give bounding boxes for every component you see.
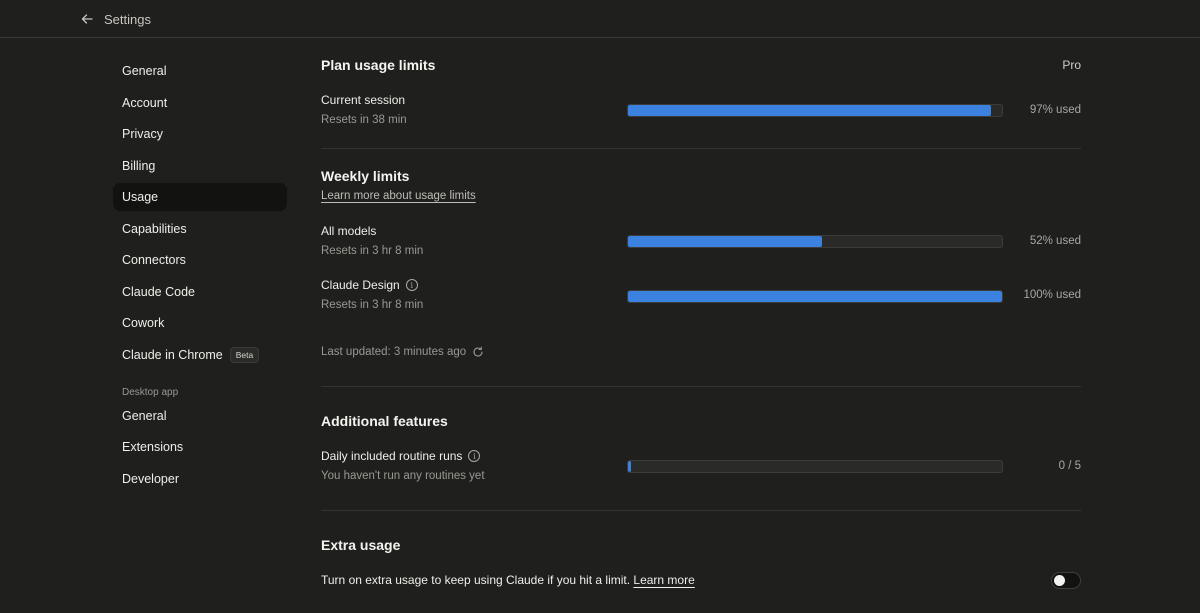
sidebar-item-desktop-general[interactable]: General: [113, 402, 287, 430]
all-models-progress-bar: [627, 235, 1003, 248]
sidebar-item-account[interactable]: Account: [113, 89, 287, 117]
refresh-icon[interactable]: [472, 346, 484, 358]
sidebar-item-claude-code[interactable]: Claude Code: [113, 278, 287, 306]
sidebar-item-label: Claude in Chrome: [122, 347, 223, 362]
learn-more-link[interactable]: Learn more: [633, 573, 694, 587]
row-label-text: Daily included routine runs: [321, 449, 463, 463]
extra-usage-heading: Extra usage: [321, 537, 401, 553]
progress-fill: [628, 236, 823, 247]
progress-fill: [628, 461, 631, 472]
current-session-progress-bar: [627, 104, 1003, 117]
current-session-label: Current session: [321, 93, 405, 107]
sidebar-item-label: Extensions: [122, 440, 184, 454]
routine-runs-progress-bar: [627, 460, 1003, 473]
extra-usage-toggle[interactable]: [1051, 572, 1081, 589]
sidebar-item-label: General: [122, 408, 167, 423]
extra-usage-description: Turn on extra usage to keep using Claude…: [321, 573, 695, 587]
plan-usage-heading: Plan usage limits: [321, 57, 436, 73]
sidebar: General Account Privacy Billing Usage Ca…: [113, 57, 287, 496]
divider: [321, 510, 1081, 511]
claude-design-progress-bar: [627, 290, 1003, 303]
all-models-usage-value: 52% used: [1029, 235, 1081, 247]
claude-design-label: Claude Design i: [321, 278, 418, 292]
info-icon[interactable]: i: [405, 279, 418, 291]
row-label-text: Current session: [321, 93, 406, 107]
divider: [321, 386, 1081, 387]
beta-badge: Beta: [229, 346, 260, 363]
progress-fill: [628, 291, 1002, 302]
sidebar-item-connectors[interactable]: Connectors: [113, 246, 287, 274]
current-session-reset: Resets in 38 min: [321, 114, 407, 126]
sidebar-item-label: Privacy: [122, 127, 163, 141]
extra-usage-text: Turn on extra usage to keep using Claude…: [321, 573, 634, 587]
routine-runs-label: Daily included routine runs i: [321, 449, 481, 463]
sidebar-item-usage[interactable]: Usage: [113, 183, 287, 211]
weekly-limits-heading: Weekly limits: [321, 168, 410, 184]
sidebar-item-label: Connectors: [122, 253, 186, 267]
sidebar-item-cowork[interactable]: Cowork: [113, 309, 287, 337]
top-bar: Settings: [0, 0, 1200, 38]
desktop-app-section-label: Desktop app: [122, 386, 179, 398]
sidebar-item-label: General: [122, 64, 167, 78]
routine-runs-value: 0 / 5: [1058, 460, 1081, 472]
sidebar-item-label: Billing: [122, 158, 156, 173]
claude-design-usage-value: 100% used: [1023, 289, 1081, 301]
routine-runs-sub: You haven't run any routines yet: [321, 470, 485, 482]
row-label-text: Claude Design: [321, 278, 400, 292]
claude-design-reset: Resets in 3 hr 8 min: [321, 299, 424, 311]
sidebar-item-label: Claude Code: [122, 284, 195, 299]
sidebar-item-label: Developer: [122, 471, 179, 486]
sidebar-item-capabilities[interactable]: Capabilities: [113, 215, 287, 243]
info-icon[interactable]: i: [468, 450, 481, 462]
sidebar-item-label: Usage: [122, 190, 159, 204]
sidebar-item-privacy[interactable]: Privacy: [113, 120, 287, 148]
all-models-label: All models: [321, 224, 376, 238]
sidebar-item-billing[interactable]: Billing: [113, 152, 287, 180]
plan-badge: Pro: [1062, 58, 1081, 72]
last-updated-text: Last updated: 3 minutes ago: [321, 346, 467, 358]
current-session-usage-value: 97% used: [1029, 104, 1081, 116]
all-models-reset: Resets in 3 hr 8 min: [321, 245, 424, 257]
page-title: Settings: [104, 11, 151, 27]
sidebar-item-label: Account: [122, 95, 168, 110]
progress-fill: [628, 105, 991, 116]
row-label-text: All models: [321, 224, 377, 238]
toggle-knob: [1054, 575, 1065, 586]
sidebar-item-developer[interactable]: Developer: [113, 465, 287, 493]
additional-features-heading: Additional features: [321, 413, 448, 429]
learn-more-usage-limits-link[interactable]: Learn more about usage limits: [321, 190, 476, 202]
last-updated-status: Last updated: 3 minutes ago: [321, 346, 484, 358]
sidebar-item-label: Cowork: [122, 316, 165, 330]
back-button[interactable]: Settings: [80, 9, 151, 29]
sidebar-item-claude-in-chrome[interactable]: Claude in Chrome Beta: [113, 341, 287, 369]
arrow-left-icon: [80, 12, 94, 26]
divider: [321, 148, 1081, 149]
sidebar-item-extensions[interactable]: Extensions: [113, 433, 287, 461]
sidebar-item-label: Capabilities: [122, 221, 187, 236]
sidebar-item-general[interactable]: General: [113, 57, 287, 85]
